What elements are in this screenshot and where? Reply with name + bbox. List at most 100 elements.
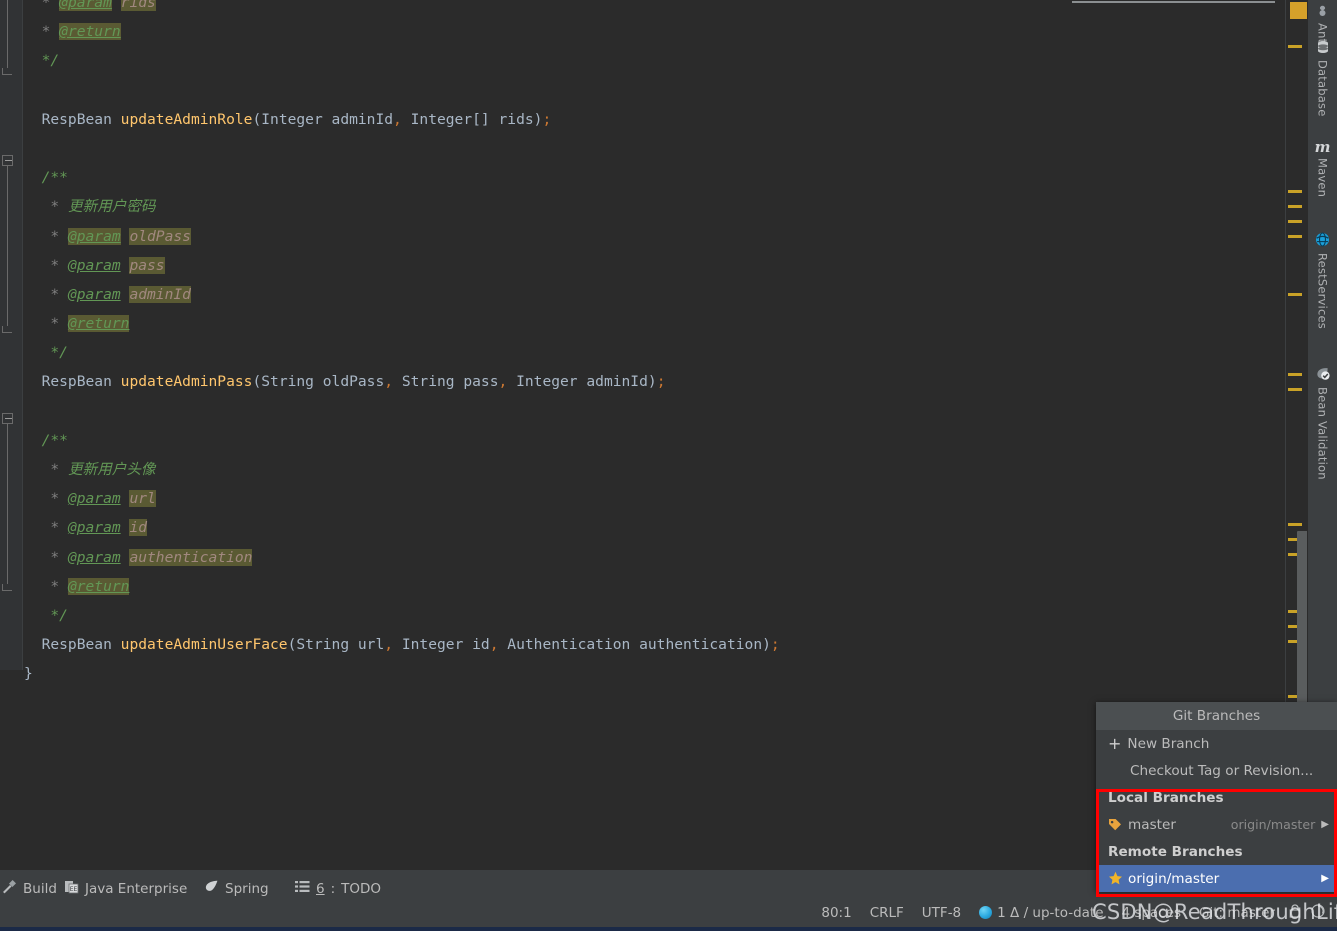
code-token: oldPass	[129, 227, 191, 245]
code-line: */	[24, 601, 1285, 630]
code-token: )	[762, 636, 771, 654]
code-token: authentication	[129, 548, 253, 566]
stripe-warning-mark[interactable]	[1288, 45, 1302, 48]
code-token: ,	[384, 636, 394, 654]
stripe-warning-mark[interactable]	[1288, 235, 1302, 238]
status-encoding[interactable]: UTF-8	[922, 905, 961, 921]
git-branch-name: master	[1128, 816, 1176, 833]
todo-list-icon	[295, 880, 310, 897]
stripe-warning-mark[interactable]	[1288, 205, 1302, 208]
git-branches-popup[interactable]: Git Branches + New Branch Checkout Tag o…	[1096, 702, 1337, 892]
code-token: pass	[129, 256, 165, 274]
code-token: @return	[67, 577, 130, 595]
sidebar-item-label: RestServices	[1315, 253, 1330, 329]
fold-end	[2, 68, 12, 75]
code-token: @param	[67, 490, 121, 508]
editor-top-divider	[1072, 1, 1275, 3]
editor-gutter[interactable]	[0, 0, 23, 670]
sidebar-item-maven[interactable]: m Maven	[1308, 138, 1337, 198]
code-token: *	[24, 315, 68, 333]
code-line: RespBean updateAdminUserFace(String url,…	[24, 630, 1285, 659]
code-token: ;	[542, 110, 552, 128]
status-caret-position[interactable]: 80:1	[821, 905, 851, 921]
git-branch-name: origin/master	[1128, 870, 1220, 887]
code-token: id	[129, 519, 148, 537]
code-token: ,	[384, 373, 394, 391]
lock-icon[interactable]	[1289, 903, 1301, 922]
code-token: *	[24, 461, 68, 478]
chevron-right-icon[interactable]: ▶	[1321, 819, 1329, 830]
git-local-branch-master[interactable]: master origin/master ▶	[1096, 811, 1337, 838]
git-checkout-label: Checkout Tag or Revision...	[1130, 762, 1314, 779]
stripe-warning-mark[interactable]	[1288, 220, 1302, 223]
stripe-warning-mark[interactable]	[1288, 190, 1302, 193]
code-line: * @return	[24, 309, 1285, 338]
tool-window-number: 6	[316, 880, 325, 897]
code-line: * @param adminId	[24, 280, 1285, 309]
stripe-warning-mark[interactable]	[1288, 523, 1302, 526]
git-new-branch-item[interactable]: + New Branch	[1096, 730, 1337, 757]
status-line-separator[interactable]: CRLF	[870, 905, 904, 921]
code-token: @param	[67, 256, 121, 274]
code-token: *	[24, 577, 68, 595]
code-line: * @param url	[24, 484, 1285, 513]
maven-icon: m	[1314, 138, 1331, 156]
code-token: *	[24, 0, 60, 11]
plus-icon: +	[1108, 733, 1122, 753]
code-line: * @param authentication	[24, 543, 1285, 572]
tool-window-label: Spring	[225, 880, 269, 897]
code-token: @return	[67, 315, 130, 333]
code-token: */	[24, 606, 68, 624]
star-icon	[1108, 871, 1123, 886]
code-line: RespBean updateAdminPass(String oldPass,…	[24, 367, 1285, 396]
ant-icon	[1316, 4, 1329, 20]
code-token: Integer id	[393, 636, 490, 654]
code-token: */	[24, 344, 68, 362]
stripe-warning-mark[interactable]	[1288, 293, 1302, 296]
chevron-right-icon[interactable]: ▶	[1321, 873, 1329, 884]
status-git-branch[interactable]: Git: master	[1199, 905, 1275, 921]
code-token: Integer adminId	[507, 373, 648, 391]
code-token: */	[24, 52, 60, 70]
sidebar-item-database[interactable]: Database	[1308, 40, 1337, 116]
status-vcs-state[interactable]: 1 Δ / up-to-date	[997, 905, 1103, 921]
code-token: @param	[67, 285, 121, 303]
code-line: RespBean updateAdminRole(Integer adminId…	[24, 105, 1285, 134]
code-token: adminId	[129, 285, 191, 303]
sidebar-item-restservices[interactable]: RestServices	[1308, 232, 1337, 329]
code-token: @return	[59, 23, 121, 41]
stripe-warning-mark[interactable]	[1288, 388, 1302, 391]
memory-indicator-icon[interactable]	[1311, 903, 1325, 922]
status-bar[interactable]: 80:1 CRLF UTF-8 1 Δ / up-to-date 4 space…	[0, 898, 1337, 927]
code-token: )	[647, 373, 657, 391]
tool-window-label: Build	[23, 880, 57, 897]
code-token: *	[24, 256, 68, 274]
git-branches-title: Git Branches	[1096, 702, 1337, 730]
git-checkout-item[interactable]: Checkout Tag or Revision...	[1096, 757, 1337, 784]
git-remote-branch-origin-master[interactable]: origin/master ▶	[1096, 865, 1337, 892]
stripe-inspection-badge[interactable]	[1290, 2, 1307, 19]
status-indent[interactable]: 4 spaces	[1122, 905, 1182, 921]
tool-window-number-colon: :	[330, 880, 336, 897]
sidebar-item-ant[interactable]: Ant	[1308, 4, 1337, 43]
code-token: *	[24, 548, 68, 566]
code-token: url	[129, 490, 156, 508]
code-token: Authentication authentication	[498, 636, 763, 654]
database-icon	[1316, 40, 1330, 57]
stripe-warning-mark[interactable]	[1288, 373, 1302, 376]
code-token: Integer adminId	[261, 110, 394, 128]
fold-end	[2, 326, 12, 333]
java-enterprise-icon: EE	[64, 879, 79, 898]
fold-marker[interactable]	[2, 413, 16, 424]
code-token: ,	[498, 373, 508, 391]
sidebar-item-bean-validation[interactable]: Bean Validation	[1308, 366, 1337, 480]
editor-code-text[interactable]: * @param rids * @return */ RespBean upda…	[24, 0, 1285, 689]
code-token: String oldPass	[261, 373, 385, 391]
fold-marker[interactable]	[2, 155, 16, 166]
code-token: String url	[296, 636, 385, 654]
code-line: * 更新用户头像	[24, 455, 1285, 484]
code-token: ;	[770, 636, 780, 654]
